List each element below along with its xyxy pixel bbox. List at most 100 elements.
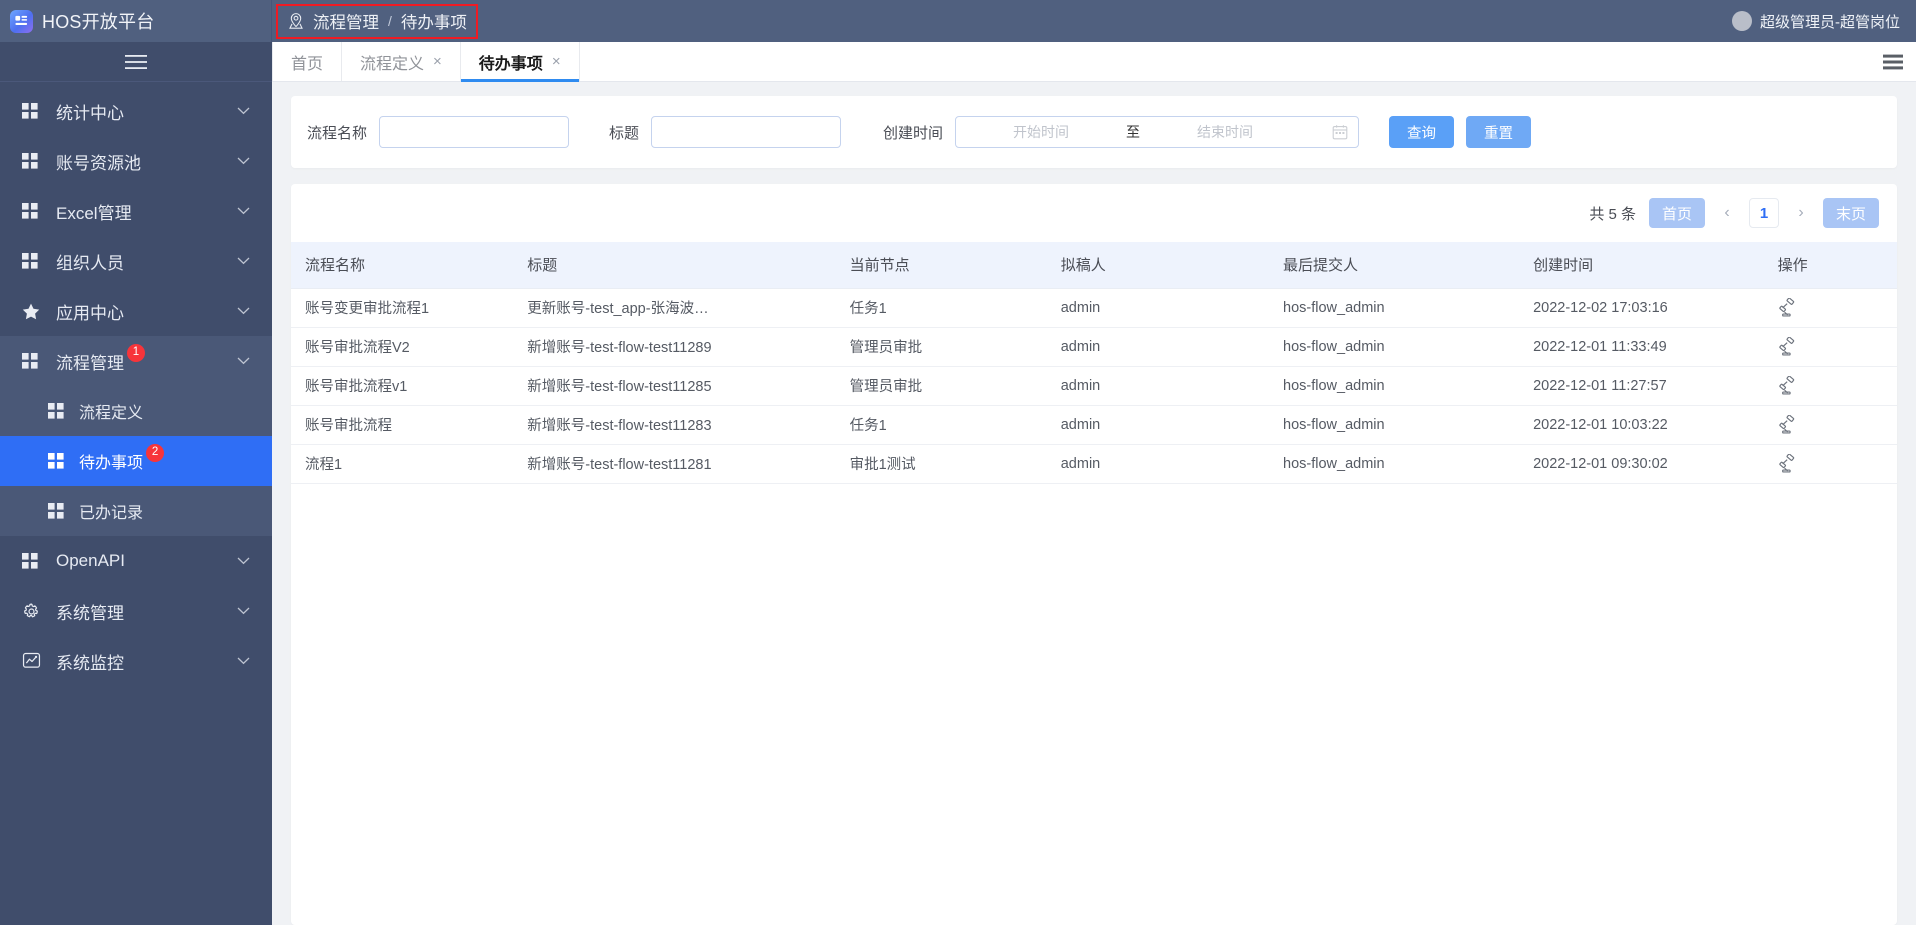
sidebar-item-label: 组织人员	[56, 253, 124, 273]
sidebar-subitem-label: 已办记录	[79, 505, 144, 522]
cell-operation	[1763, 288, 1897, 328]
table-row[interactable]: 流程1 新增账号-test-flow-test11281 审批1测试 admin…	[291, 444, 1897, 484]
end-time-input[interactable]	[1150, 124, 1301, 140]
sidebar-item-label: 系统监控	[56, 653, 124, 673]
hamburger-icon[interactable]	[1883, 54, 1903, 70]
sidebar-item-label: 统计中心	[56, 103, 124, 123]
table-head: 流程名称 标题 当前节点 拟稿人 最后提交人 创建时间 操作	[291, 242, 1897, 289]
flow-name-input[interactable]	[379, 116, 570, 148]
chevron-down-icon	[237, 207, 250, 215]
results-panel: 共 5 条 首页 ‹ 1 › 末页 流程名称 标题 当前节点 拟稿人 最后提交人…	[291, 184, 1897, 925]
col-header-drafter: 拟稿人	[1046, 242, 1270, 289]
table-row[interactable]: 账号审批流程V2 新增账号-test-flow-test11289 管理员审批 …	[291, 327, 1897, 367]
sidebar-subitem-badge: 2	[146, 444, 165, 462]
sidebar-item-liucheng-guanli[interactable]: 流程管理 1	[0, 336, 272, 386]
user-avatar	[1732, 11, 1752, 31]
gavel-approve-icon[interactable]	[1778, 337, 1797, 356]
gavel-approve-icon[interactable]	[1778, 415, 1797, 434]
cell-title: 新增账号-test-flow-test11289	[513, 327, 836, 367]
breadcrumb-parent[interactable]: 流程管理	[313, 9, 379, 33]
filter-actions: 查询 重置	[1389, 116, 1532, 148]
cell-create-time: 2022-12-01 11:33:49	[1519, 327, 1764, 367]
cell-operation	[1763, 405, 1897, 445]
breadcrumb: 流程管理 / 待办事项	[276, 3, 478, 39]
start-time-input[interactable]	[966, 124, 1117, 140]
gavel-approve-icon[interactable]	[1778, 454, 1797, 473]
user-area[interactable]: 超级管理员-超管岗位	[1732, 0, 1900, 42]
sidebar-item-openapi[interactable]: OpenAPI	[0, 536, 272, 586]
cell-create-time: 2022-12-02 17:03:16	[1519, 288, 1764, 328]
cell-submitter: hos-flow_admin	[1269, 288, 1520, 328]
chevron-down-icon	[237, 107, 250, 115]
col-header-create-time: 创建时间	[1519, 242, 1764, 289]
breadcrumb-separator: /	[388, 12, 392, 29]
flow-name-label: 流程名称	[307, 124, 368, 142]
tab-liucheng-dingyi[interactable]: 流程定义 ×	[342, 42, 461, 81]
chevron-down-icon	[237, 307, 250, 315]
table-row[interactable]: 账号变更审批流程1 更新账号-test_app-张海波… 任务1 admin h…	[291, 288, 1897, 328]
chevron-down-icon	[237, 657, 250, 665]
page-number-1[interactable]: 1	[1749, 198, 1779, 228]
table-row[interactable]: 账号审批流程 新增账号-test-flow-test11283 任务1 admi…	[291, 405, 1897, 445]
tab-close-icon[interactable]: ×	[552, 54, 561, 69]
cell-drafter: admin	[1046, 288, 1270, 328]
reset-button[interactable]: 重置	[1466, 116, 1532, 148]
create-time-range-picker[interactable]: 至	[955, 116, 1360, 148]
breadcrumb-current: 待办事项	[400, 13, 467, 32]
cell-submitter: hos-flow_admin	[1269, 327, 1520, 367]
sidebar-item-label: OpenAPI	[56, 551, 125, 570]
sidebar-collapse-button[interactable]	[0, 42, 272, 82]
calendar-icon[interactable]	[1332, 124, 1348, 140]
cell-node: 管理员审批	[835, 327, 1047, 367]
cell-operation	[1763, 327, 1897, 367]
cell-flow-name: 账号审批流程	[291, 405, 514, 445]
col-header-operation: 操作	[1763, 242, 1897, 289]
sidebar-item-yingyong-zhongxin[interactable]: 应用中心	[0, 286, 272, 336]
sidebar-item-excel-guanli[interactable]: Excel管理	[0, 186, 272, 236]
app-root: HOS开放平台 流程管理 / 待办事项 超级管理员-超管岗位 统计中心 账号资源…	[0, 0, 1916, 925]
chevron-down-icon	[237, 357, 250, 365]
body-row: 统计中心 账号资源池 Excel管理 组织人员 应用中心 流程管理 1 流程定义…	[0, 42, 1916, 925]
sidebar-item-yiban-jilu[interactable]: 已办记录	[0, 486, 272, 536]
tab-label: 待办事项	[478, 55, 543, 73]
brand-area[interactable]: HOS开放平台	[0, 0, 272, 42]
create-time-label: 创建时间	[883, 124, 944, 142]
sidebar-item-zuzhi-renyuan[interactable]: 组织人员	[0, 236, 272, 286]
chevron-down-icon	[237, 257, 250, 265]
sidebar-item-zhanghao-ziyuanchi[interactable]: 账号资源池	[0, 136, 272, 186]
gavel-approve-icon[interactable]	[1778, 298, 1797, 317]
field-create-time: 创建时间 至	[883, 116, 1360, 148]
cell-flow-name: 流程1	[291, 444, 514, 484]
sidebar-item-label: Excel管理	[56, 203, 132, 223]
tab-label: 首页	[291, 55, 324, 73]
tab-shouye[interactable]: 首页	[272, 42, 343, 81]
prev-page-button[interactable]: ‹	[1714, 198, 1740, 228]
sidebar-item-liucheng-dingyi[interactable]: 流程定义	[0, 386, 272, 436]
title-label: 标题	[609, 124, 640, 142]
field-title: 标题	[609, 116, 842, 148]
brand-title: HOS开放平台	[42, 12, 155, 32]
next-page-button[interactable]: ›	[1788, 198, 1814, 228]
sidebar-item-xitong-jiankong[interactable]: 系统监控	[0, 636, 272, 686]
table-row[interactable]: 账号审批流程v1 新增账号-test-flow-test11285 管理员审批 …	[291, 366, 1897, 406]
grid-icon	[22, 353, 44, 369]
search-button[interactable]: 查询	[1389, 116, 1455, 148]
todo-table: 流程名称 标题 当前节点 拟稿人 最后提交人 创建时间 操作 账号变更审批流程1…	[291, 242, 1897, 484]
user-name: 超级管理员-超管岗位	[1760, 13, 1900, 31]
sidebar-item-xitong-guanli[interactable]: 系统管理	[0, 586, 272, 636]
cell-title: 更新账号-test_app-张海波…	[513, 288, 836, 328]
title-input[interactable]	[651, 116, 842, 148]
first-page-button[interactable]: 首页	[1649, 198, 1705, 228]
gavel-approve-icon[interactable]	[1778, 376, 1797, 395]
grid-icon	[48, 453, 68, 469]
tab-close-icon[interactable]: ×	[433, 54, 442, 69]
last-page-button[interactable]: 末页	[1823, 198, 1879, 228]
cell-node: 任务1	[835, 405, 1047, 445]
sidebar-item-daiban-shixiang[interactable]: 待办事项 2	[0, 436, 272, 486]
pagination: 共 5 条 首页 ‹ 1 › 末页	[291, 184, 1897, 242]
cell-drafter: admin	[1046, 327, 1270, 367]
cell-create-time: 2022-12-01 11:27:57	[1519, 366, 1764, 406]
sidebar-item-tongji-zhongxin[interactable]: 统计中心	[0, 86, 272, 136]
cell-drafter: admin	[1046, 444, 1270, 484]
tab-daiban-shixiang[interactable]: 待办事项 ×	[460, 42, 580, 82]
